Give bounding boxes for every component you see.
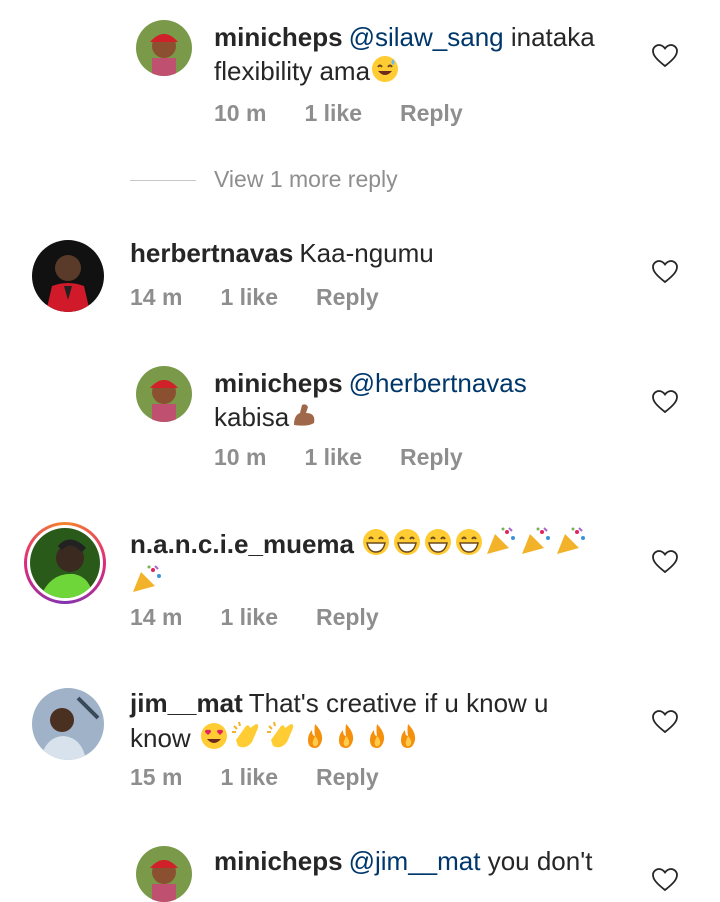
comment-body: you don't	[487, 846, 593, 876]
clapping-hands-emoji-icon	[230, 720, 264, 758]
comment-time: 10 m	[214, 444, 267, 470]
comment-meta: 15 m 1 like Reply	[130, 764, 417, 791]
party-popper-emoji-icon	[131, 564, 165, 602]
party-popper-emoji-icon	[485, 526, 519, 564]
username[interactable]: minicheps	[214, 846, 343, 876]
comment-body: Kaa-ngumu	[299, 238, 434, 268]
heart-outline-icon[interactable]	[652, 868, 678, 892]
avatar[interactable]	[30, 528, 100, 598]
fire-emoji-icon	[393, 722, 423, 758]
like-count[interactable]: 1 like	[220, 764, 278, 790]
comment-meta: 14 m 1 like Reply	[130, 284, 417, 311]
view-more-label[interactable]: View 1 more reply	[214, 166, 398, 193]
heart-outline-icon[interactable]	[652, 710, 678, 734]
mention-link[interactable]: @herbertnavas	[349, 368, 527, 398]
like-count[interactable]: 1 like	[220, 284, 278, 310]
party-popper-emoji-icon	[520, 526, 554, 564]
comment-text: minicheps @herbertnavas kabisa	[214, 366, 634, 437]
like-count[interactable]: 1 like	[304, 444, 362, 470]
clapping-hands-emoji-icon	[265, 720, 299, 758]
comment-time: 14 m	[130, 604, 183, 630]
story-ring-avatar[interactable]	[24, 522, 106, 604]
reply-button[interactable]: Reply	[400, 444, 463, 470]
comment-emojis	[198, 721, 423, 753]
heart-outline-icon[interactable]	[652, 44, 678, 68]
comment-text: minicheps @silaw_sang inataka flexibility…	[214, 20, 634, 91]
avatar-ring-inner	[27, 525, 103, 601]
reply-button[interactable]: Reply	[400, 100, 463, 126]
fire-emoji-icon	[300, 722, 330, 758]
comment-text: jim__mat That's creative if u know u know	[130, 686, 600, 758]
username[interactable]: minicheps	[214, 22, 343, 52]
grinning-emoji-icon	[454, 528, 484, 564]
username[interactable]: n.a.n.c.i.e_muema	[130, 529, 354, 559]
comment-text: minicheps @jim__mat you don't	[214, 844, 634, 878]
flexed-biceps-emoji-icon	[290, 401, 318, 437]
username[interactable]: minicheps	[214, 368, 343, 398]
mention-link[interactable]: @jim__mat	[349, 846, 481, 876]
avatar[interactable]	[136, 20, 192, 76]
party-popper-emoji-icon	[555, 526, 589, 564]
grinning-sweat-emoji-icon	[371, 55, 399, 91]
fire-emoji-icon	[362, 722, 392, 758]
comment-text: n.a.n.c.i.e_muema	[130, 526, 630, 602]
reply-button[interactable]: Reply	[316, 284, 379, 310]
comment-time: 10 m	[214, 100, 267, 126]
comment-meta: 10 m 1 like Reply	[214, 100, 501, 127]
comment-time: 14 m	[130, 284, 183, 310]
comment-text: herbertnavas Kaa-ngumu	[130, 236, 630, 270]
grinning-emoji-icon	[361, 528, 391, 564]
fire-emoji-icon	[331, 722, 361, 758]
heart-outline-icon[interactable]	[652, 550, 678, 574]
grinning-emoji-icon	[392, 528, 422, 564]
username[interactable]: jim__mat	[130, 688, 243, 718]
grinning-emoji-icon	[423, 528, 453, 564]
avatar[interactable]	[136, 366, 192, 422]
heart-outline-icon[interactable]	[652, 390, 678, 414]
comment-meta: 10 m 1 like Reply	[214, 444, 501, 471]
mention-link[interactable]: @silaw_sang	[349, 22, 504, 52]
heart-eyes-emoji-icon	[199, 722, 229, 758]
avatar[interactable]	[32, 688, 104, 760]
avatar[interactable]	[32, 240, 104, 312]
username[interactable]: herbertnavas	[130, 238, 293, 268]
like-count[interactable]: 1 like	[220, 604, 278, 630]
comment-time: 15 m	[130, 764, 183, 790]
comment-body: kabisa	[214, 402, 290, 432]
reply-button[interactable]: Reply	[316, 764, 379, 790]
reply-button[interactable]: Reply	[316, 604, 379, 630]
heart-outline-icon[interactable]	[652, 260, 678, 284]
divider	[130, 180, 196, 181]
comment-meta: 14 m 1 like Reply	[130, 604, 417, 631]
like-count[interactable]: 1 like	[304, 100, 362, 126]
